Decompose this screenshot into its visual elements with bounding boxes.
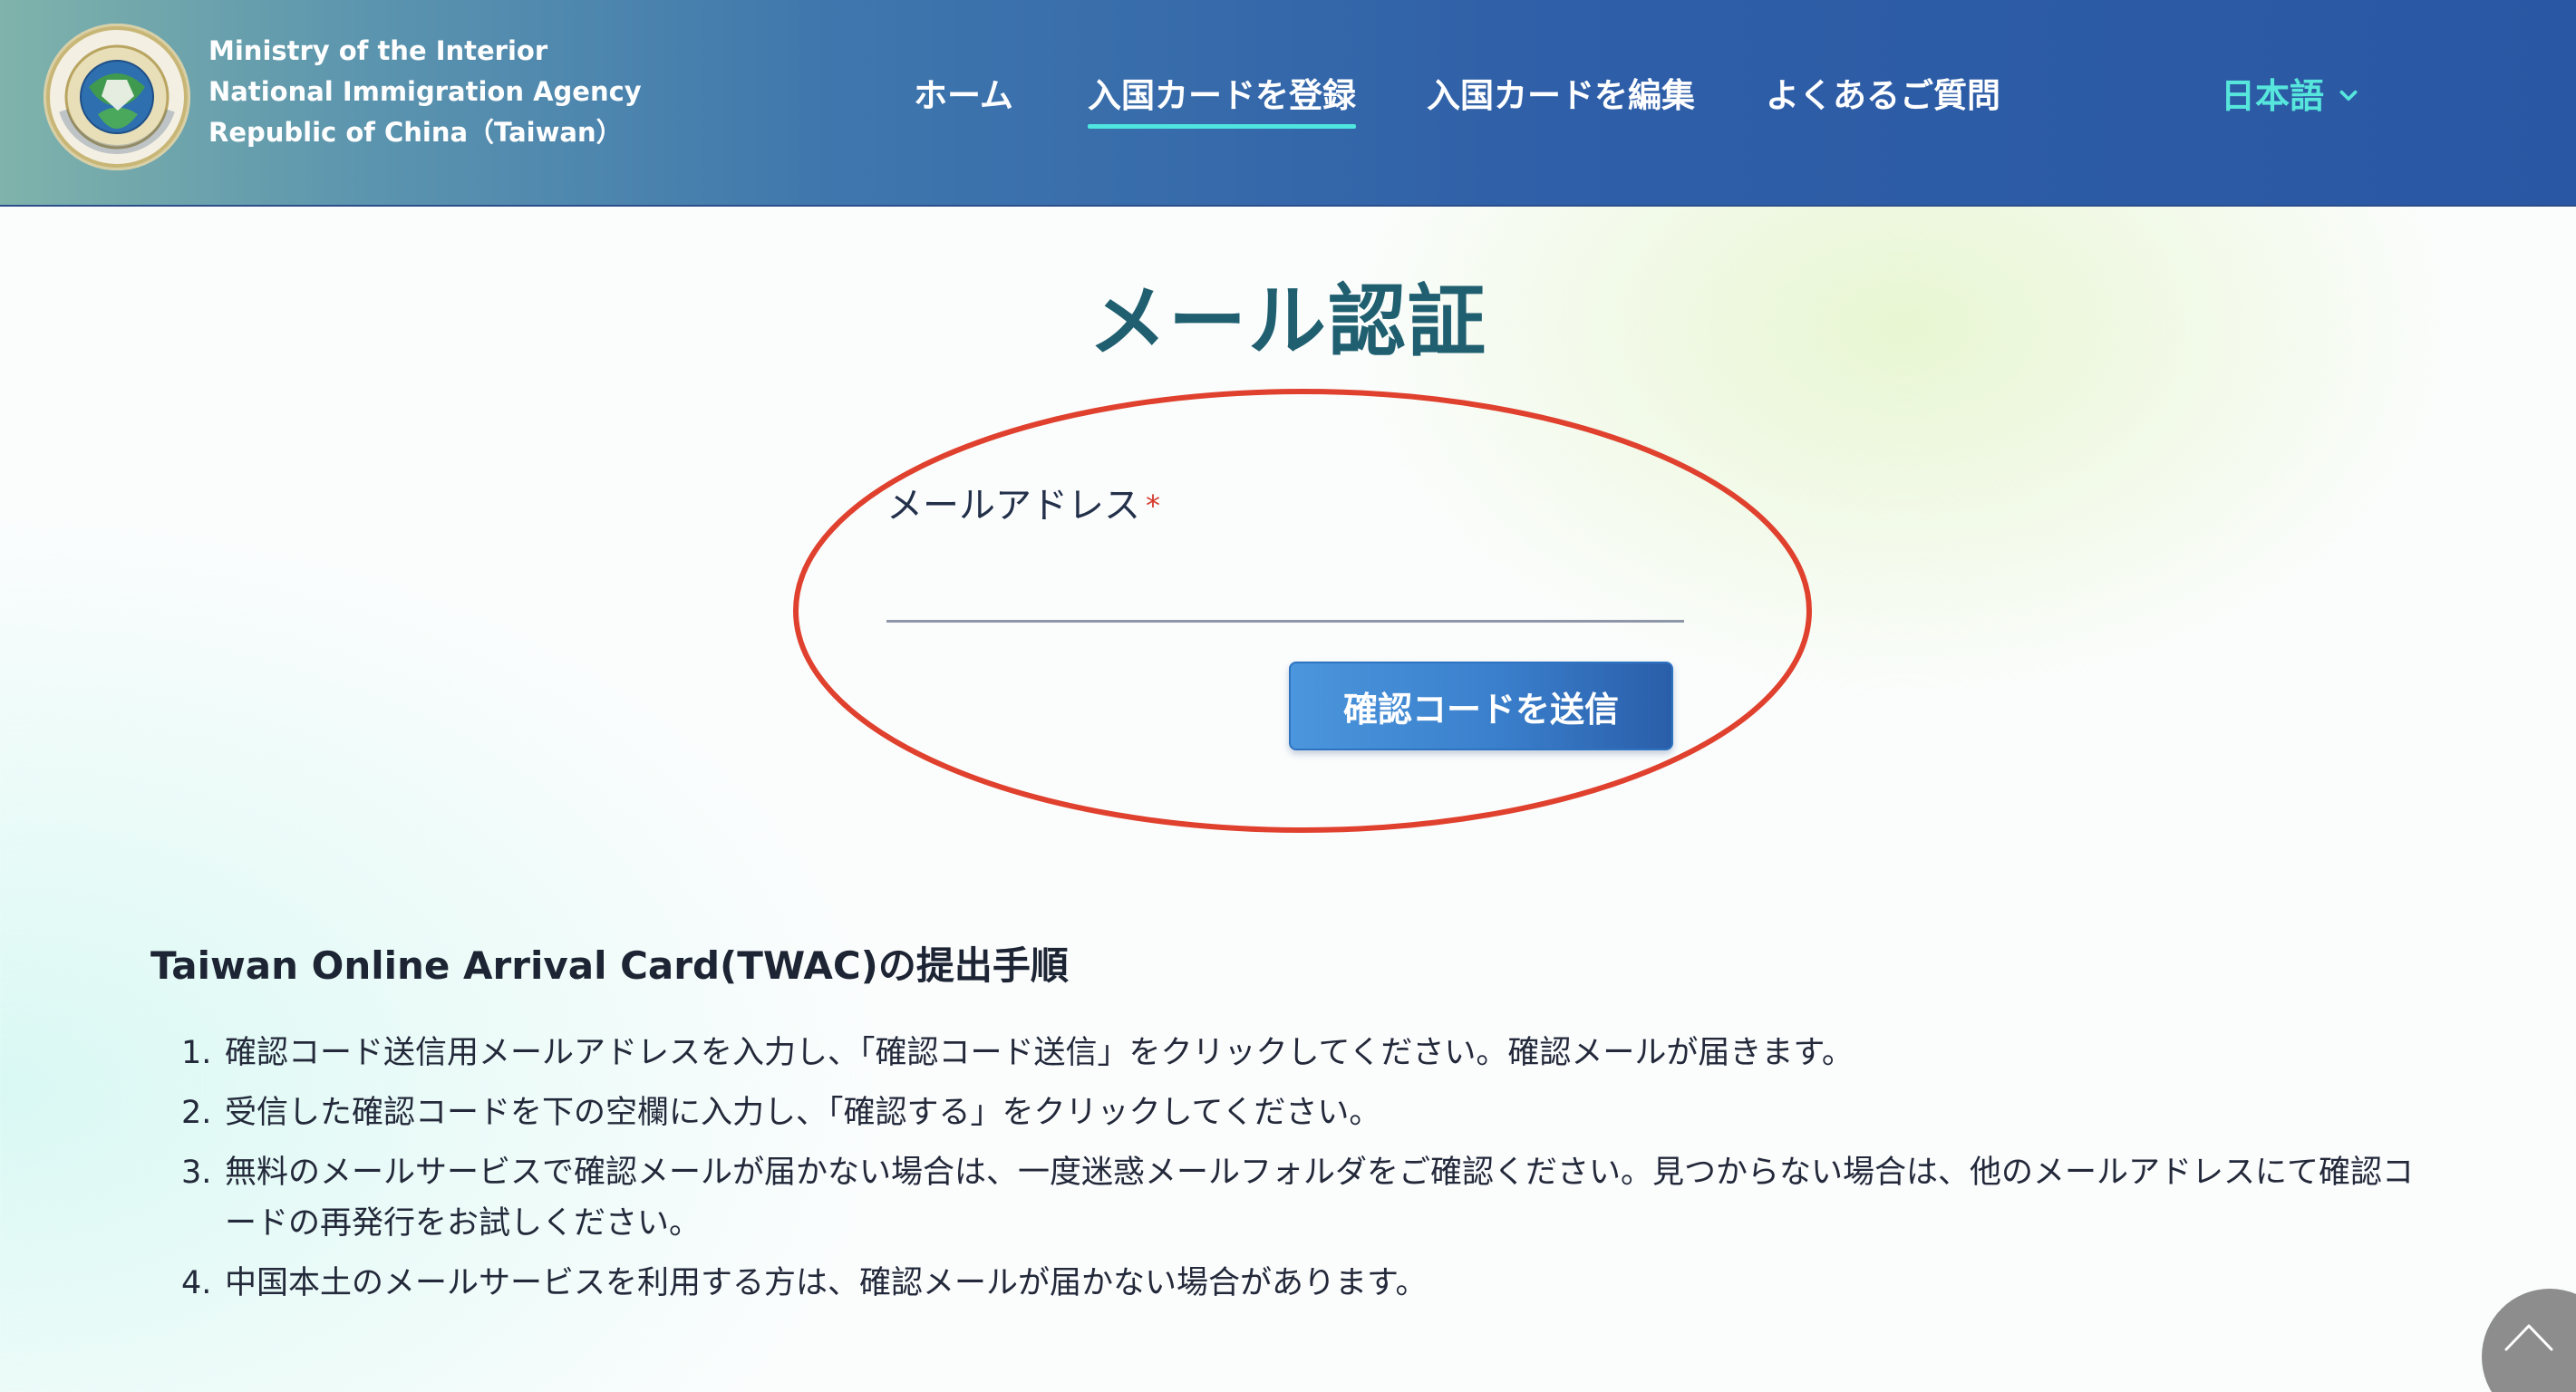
nia-seal-graphic xyxy=(46,26,188,168)
language-selector[interactable]: 日本語 xyxy=(2221,69,2360,123)
nia-seal-icon[interactable] xyxy=(44,24,190,170)
send-verification-code-button[interactable]: 確認コードを送信 xyxy=(1289,662,1673,750)
list-item: 1. 確認コード送信用メールアドレスを入力し、「確認コード送信」をクリックしてく… xyxy=(181,1028,2429,1078)
step-text: 受信した確認コードを下の空欄に入力し、「確認する」をクリックしてください。 xyxy=(225,1095,1381,1131)
nav-home[interactable]: ホーム xyxy=(914,69,1013,123)
org-line-2: National Immigration Agency xyxy=(208,76,642,107)
list-item: 2. 受信した確認コードを下の空欄に入力し、「確認する」をクリックしてください。 xyxy=(181,1088,2429,1138)
org-line-1: Ministry of the Interior xyxy=(208,35,548,66)
back-to-top-button[interactable] xyxy=(2482,1289,2576,1392)
organization-name: Ministry of the Interior National Immigr… xyxy=(208,31,642,153)
org-line-3: Republic of China（Taiwan） xyxy=(208,117,623,148)
email-field-label: メールアドレス * xyxy=(886,478,1160,533)
nav-edit-arrival-card[interactable]: 入国カードを編集 xyxy=(1427,69,1695,123)
instructions-title: Taiwan Online Arrival Card(TWAC)の提出手順 xyxy=(150,943,1069,988)
step-number: 2. xyxy=(181,1095,212,1131)
chevron-up-icon xyxy=(2504,1324,2553,1351)
list-item: 4. 中国本土のメールサービスを利用する方は、確認メールが届かない場合があります… xyxy=(181,1258,2429,1309)
step-number: 1. xyxy=(181,1035,212,1071)
email-label-text: メールアドレス xyxy=(886,485,1140,527)
nav-faq[interactable]: よくあるご質問 xyxy=(1766,69,2000,123)
instructions-list: 1. 確認コード送信用メールアドレスを入力し、「確認コード送信」をクリックしてく… xyxy=(181,1028,2429,1318)
step-text: 無料のメールサービスで確認メールが届かない場合は、一度迷惑メールフォルダをご確認… xyxy=(225,1155,2415,1242)
email-input[interactable] xyxy=(886,547,1684,623)
site-header: Ministry of the Interior National Immigr… xyxy=(0,0,2576,207)
page-title: メール認証 xyxy=(1089,276,1487,367)
list-item: 3. 無料のメールサービスで確認メールが届かない場合は、一度迷惑メールフォルダを… xyxy=(181,1147,2429,1249)
required-marker: * xyxy=(1146,488,1160,523)
step-number: 4. xyxy=(181,1265,212,1301)
step-text: 確認コード送信用メールアドレスを入力し、「確認コード送信」をクリックしてください… xyxy=(225,1035,1854,1071)
chevron-down-icon xyxy=(2337,84,2360,108)
step-text: 中国本土のメールサービスを利用する方は、確認メールが届かない場合があります。 xyxy=(225,1265,1428,1301)
language-label: 日本語 xyxy=(2221,76,2325,116)
step-number: 3. xyxy=(181,1155,212,1191)
nav-register-arrival-card[interactable]: 入国カードを登録 xyxy=(1088,69,1356,129)
